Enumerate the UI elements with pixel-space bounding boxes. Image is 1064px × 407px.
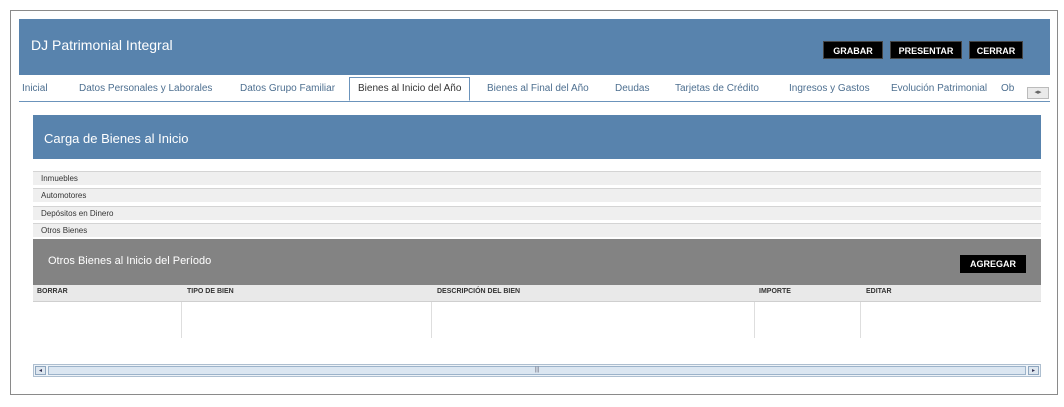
column-divider: [860, 302, 861, 338]
column-header-editar[interactable]: EDITAR: [866, 288, 892, 295]
left-right-arrows-icon[interactable]: ◂▸: [1027, 87, 1049, 99]
tab-deudas[interactable]: Deudas: [615, 83, 649, 94]
tab-otros[interactable]: Ob: [1001, 83, 1014, 94]
section-header: Carga de Bienes al Inicio: [33, 115, 1041, 159]
scroll-right-icon[interactable]: ▸: [1028, 366, 1039, 375]
tab-evolucion[interactable]: Evolución Patrimonial: [891, 83, 987, 94]
column-header-importe[interactable]: IMPORTE: [759, 288, 791, 295]
accordion-otros-bienes[interactable]: Otros Bienes: [33, 223, 1041, 237]
column-divider: [181, 302, 182, 338]
grid-body: [33, 302, 1041, 338]
column-divider: [431, 302, 432, 338]
save-button[interactable]: GRABAR: [823, 41, 883, 59]
grid-header: BORRAR TIPO DE BIEN DESCRIPCIÓN DEL BIEN…: [33, 285, 1041, 302]
app-window: DJ Patrimonial Integral GRABAR PRESENTAR…: [10, 10, 1058, 395]
submit-button[interactable]: PRESENTAR: [890, 41, 962, 59]
scroll-left-icon[interactable]: ◂: [35, 366, 46, 375]
column-header-descripcion[interactable]: DESCRIPCIÓN DEL BIEN: [437, 288, 520, 295]
panel-title: Otros Bienes al Inicio del Período: [48, 255, 212, 267]
close-button[interactable]: CERRAR: [969, 41, 1023, 59]
add-button[interactable]: AGREGAR: [960, 255, 1026, 273]
tab-tarjetas[interactable]: Tarjetas de Crédito: [675, 83, 759, 94]
tab-ingresos-gastos[interactable]: Ingresos y Gastos: [789, 83, 870, 94]
tab-bar: Inicial Datos Personales y Laborales Dat…: [19, 77, 1050, 102]
column-header-borrar[interactable]: BORRAR: [37, 288, 68, 295]
section-title: Carga de Bienes al Inicio: [44, 131, 189, 146]
accordion-automotores[interactable]: Automotores: [33, 188, 1041, 202]
app-title: DJ Patrimonial Integral: [31, 37, 173, 53]
accordion-inmuebles[interactable]: Inmuebles: [33, 171, 1041, 185]
tab-bienes-inicio[interactable]: Bienes al Inicio del Año: [349, 77, 471, 101]
tab-bienes-final[interactable]: Bienes al Final del Año: [487, 83, 589, 94]
accordion-depositos[interactable]: Depósitos en Dinero: [33, 206, 1041, 220]
scrollbar-thumb[interactable]: |||: [48, 366, 1026, 375]
tab-datos-personales[interactable]: Datos Personales y Laborales: [79, 83, 212, 94]
column-header-tipo[interactable]: TIPO DE BIEN: [187, 288, 234, 295]
app-header: DJ Patrimonial Integral GRABAR PRESENTAR…: [19, 19, 1050, 75]
horizontal-scrollbar[interactable]: ◂ ||| ▸: [33, 364, 1041, 377]
column-divider: [754, 302, 755, 338]
otros-bienes-panel: Otros Bienes al Inicio del Período AGREG…: [33, 239, 1041, 285]
tab-inicial[interactable]: Inicial: [22, 83, 48, 94]
tab-grupo-familiar[interactable]: Datos Grupo Familiar: [240, 83, 335, 94]
grid-empty-area: [33, 338, 1041, 364]
